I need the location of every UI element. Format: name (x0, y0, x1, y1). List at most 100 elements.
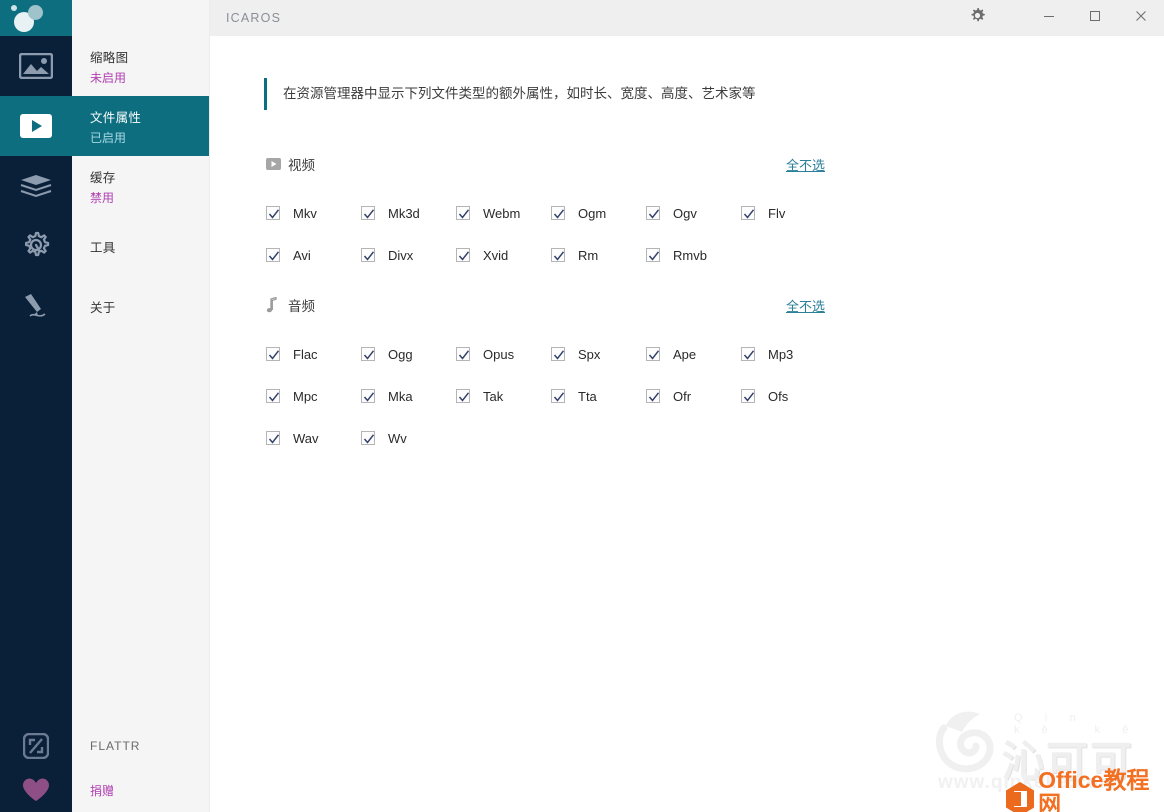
checkbox-ofs[interactable]: Ofs (741, 389, 836, 404)
sidebar-item-status: 已启用 (90, 130, 127, 145)
checkbox-flv[interactable]: Flv (741, 206, 836, 221)
sidebar-item-file-properties[interactable]: 文件属性 已启用 (72, 96, 209, 156)
checkbox-box[interactable] (646, 389, 660, 403)
checkbox-box[interactable] (551, 206, 565, 220)
checkbox-mkv[interactable]: Mkv (266, 206, 361, 221)
checkbox-mk3d[interactable]: Mk3d (361, 206, 456, 221)
checkbox-rm[interactable]: Rm (551, 248, 646, 263)
checkbox-label: Divx (388, 247, 414, 263)
checkbox-mpc[interactable]: Mpc (266, 389, 361, 404)
checkbox-box[interactable] (741, 206, 755, 220)
sidebar-item-flattr[interactable]: FLATTR (72, 724, 210, 768)
checkbox-box[interactable] (551, 347, 565, 361)
checkbox-box[interactable] (266, 431, 280, 445)
checkbox-label: Webm (483, 205, 521, 221)
checkbox-box[interactable] (646, 206, 660, 220)
checkbox-flac[interactable]: Flac (266, 347, 361, 362)
content-panel: 在资源管理器中显示下列文件类型的额外属性，如时长、宽度、高度、艺术家等 视频 全… (210, 36, 1164, 812)
sidebar-item-thumbnails[interactable]: 缩略图 未启用 (72, 36, 209, 96)
checkbox-divx[interactable]: Divx (361, 248, 456, 263)
checkbox-webm[interactable]: Webm (456, 206, 551, 221)
checkbox-box[interactable] (266, 206, 280, 220)
checkbox-label: Ogm (578, 205, 607, 221)
checkbox-label: Xvid (483, 247, 509, 263)
checkbox-ogv[interactable]: Ogv (646, 206, 741, 221)
checkbox-avi[interactable]: Avi (266, 248, 361, 263)
rail-item-cache[interactable] (0, 156, 72, 216)
checkbox-box[interactable] (361, 206, 375, 220)
video-play-icon (19, 113, 53, 139)
checkbox-mka[interactable]: Mka (361, 389, 456, 404)
settings-button[interactable] (954, 0, 1000, 36)
icaros-logo (0, 0, 72, 36)
sidebar-item-label: 缩略图 (90, 50, 129, 65)
rail-item-donate[interactable] (0, 768, 72, 812)
checkbox-wv[interactable]: Wv (361, 431, 456, 446)
audio-format-grid: Flac Ogg Opus Spx Ape Mp3 Mpc Mka Tak Tt… (266, 333, 1124, 459)
checkbox-ogm[interactable]: Ogm (551, 206, 646, 221)
checkbox-label: Wav (293, 430, 319, 446)
checkbox-box[interactable] (361, 248, 375, 262)
checkbox-box[interactable] (266, 248, 280, 262)
sidebar-item-label: 捐赠 (90, 783, 115, 798)
checkbox-box[interactable] (456, 389, 470, 403)
sidebar-item-label: 文件属性 (90, 110, 142, 125)
checkbox-box[interactable] (741, 347, 755, 361)
info-banner: 在资源管理器中显示下列文件类型的额外属性，如时长、宽度、高度、艺术家等 (264, 78, 756, 110)
deselect-all-audio-link[interactable]: 全不选 (786, 296, 825, 315)
checkbox-tak[interactable]: Tak (456, 389, 551, 404)
rail-item-thumbnails[interactable] (0, 36, 72, 96)
section-video: 视频 全不选 Mkv Mk3d Webm Ogm Ogv Flv Avi Div… (266, 154, 1124, 276)
checkbox-box[interactable] (456, 206, 470, 220)
checkbox-label: Spx (578, 346, 601, 362)
checkbox-label: Ofr (673, 388, 692, 404)
office-logo-icon (1006, 781, 1035, 812)
checkbox-xvid[interactable]: Xvid (456, 248, 551, 263)
checkbox-box[interactable] (551, 389, 565, 403)
sidebar-item-about[interactable]: 关于 (72, 276, 209, 336)
checkbox-mp3[interactable]: Mp3 (741, 347, 836, 362)
close-button[interactable] (1118, 0, 1164, 36)
gear-icon (969, 7, 986, 29)
checkbox-box[interactable] (266, 389, 280, 403)
section-header: 音频 全不选 (266, 295, 825, 315)
checkbox-box[interactable] (266, 347, 280, 361)
deselect-all-video-link[interactable]: 全不选 (786, 155, 825, 174)
checkbox-label: Flac (293, 346, 318, 362)
checkbox-box[interactable] (456, 347, 470, 361)
checkbox-box[interactable] (456, 248, 470, 262)
grid-row: Wav Wv (266, 417, 1124, 459)
checkbox-rmvb[interactable]: Rmvb (646, 248, 741, 263)
checkbox-label: Ape (673, 346, 697, 362)
sidebar-item-tools[interactable]: 工具 (72, 216, 209, 276)
checkbox-label: Rm (578, 247, 599, 263)
rail-item-flattr[interactable] (0, 724, 72, 768)
checkbox-tta[interactable]: Tta (551, 389, 646, 404)
checkbox-ape[interactable]: Ape (646, 347, 741, 362)
maximize-button[interactable] (1072, 0, 1118, 36)
dolphin-icon (932, 706, 1014, 786)
checkbox-spx[interactable]: Spx (551, 347, 646, 362)
rail-bottom-icons (0, 724, 72, 812)
checkbox-wav[interactable]: Wav (266, 431, 361, 446)
checkbox-box[interactable] (361, 389, 375, 403)
checkbox-ofr[interactable]: Ofr (646, 389, 741, 404)
icon-rail (0, 0, 72, 812)
sidebar-item-donate[interactable]: 捐赠 (72, 768, 210, 812)
checkbox-opus[interactable]: Opus (456, 347, 551, 362)
checkbox-box[interactable] (741, 389, 755, 403)
checkbox-box[interactable] (361, 431, 375, 445)
checkbox-box[interactable] (551, 248, 565, 262)
checkbox-box[interactable] (646, 347, 660, 361)
rail-item-about[interactable] (0, 276, 72, 336)
checkbox-label: Avi (293, 247, 311, 263)
sidebar-item-cache[interactable]: 缓存 禁用 (72, 156, 209, 216)
rail-item-file-properties[interactable] (0, 96, 72, 156)
rail-item-tools[interactable] (0, 216, 72, 276)
checkbox-ogg[interactable]: Ogg (361, 347, 456, 362)
office-texts: Office教程网 www.office26.com (1038, 768, 1164, 812)
minimize-button[interactable] (1026, 0, 1072, 36)
section-title: 视频 (288, 158, 315, 173)
checkbox-box[interactable] (646, 248, 660, 262)
checkbox-box[interactable] (361, 347, 375, 361)
